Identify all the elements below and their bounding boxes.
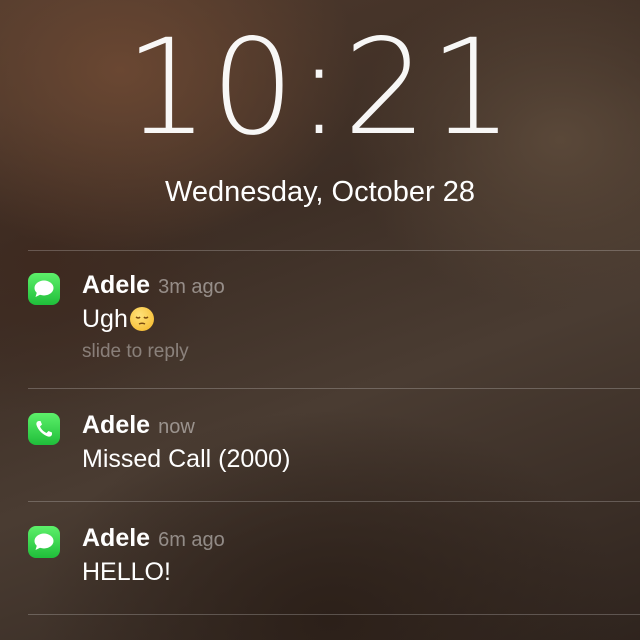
notification-time: 6m ago	[158, 529, 225, 551]
notification-message-2[interactable]: Adele 6m ago HELLO!	[28, 524, 640, 596]
notification-missed-call[interactable]: Adele now Missed Call (2000)	[28, 411, 640, 483]
divider	[28, 388, 640, 389]
notification-sender: Adele	[82, 524, 151, 552]
notification-sender: Adele	[82, 411, 151, 439]
notification-time: 3m ago	[158, 276, 225, 298]
divider	[28, 250, 640, 251]
divider	[28, 614, 640, 615]
notification-text: Ugh	[82, 305, 128, 333]
lock-screen-date: Wednesday, October 28	[164, 176, 476, 208]
slide-to-reply-hint[interactable]: slide to reply	[82, 341, 189, 363]
messages-icon	[28, 526, 60, 558]
divider	[28, 501, 640, 502]
notification-sender: Adele	[82, 271, 151, 299]
notification-message-1[interactable]: Adele 3m ago Ugh slide to reply	[28, 271, 640, 373]
notification-text: Missed Call (2000)	[82, 445, 291, 473]
messages-icon	[28, 273, 60, 305]
pensive-face-emoji	[129, 307, 154, 331]
phone-icon	[28, 413, 60, 445]
notification-text: HELLO!	[82, 558, 171, 586]
lock-screen-clock: 10:21	[124, 11, 516, 165]
notification-time: now	[158, 416, 195, 438]
